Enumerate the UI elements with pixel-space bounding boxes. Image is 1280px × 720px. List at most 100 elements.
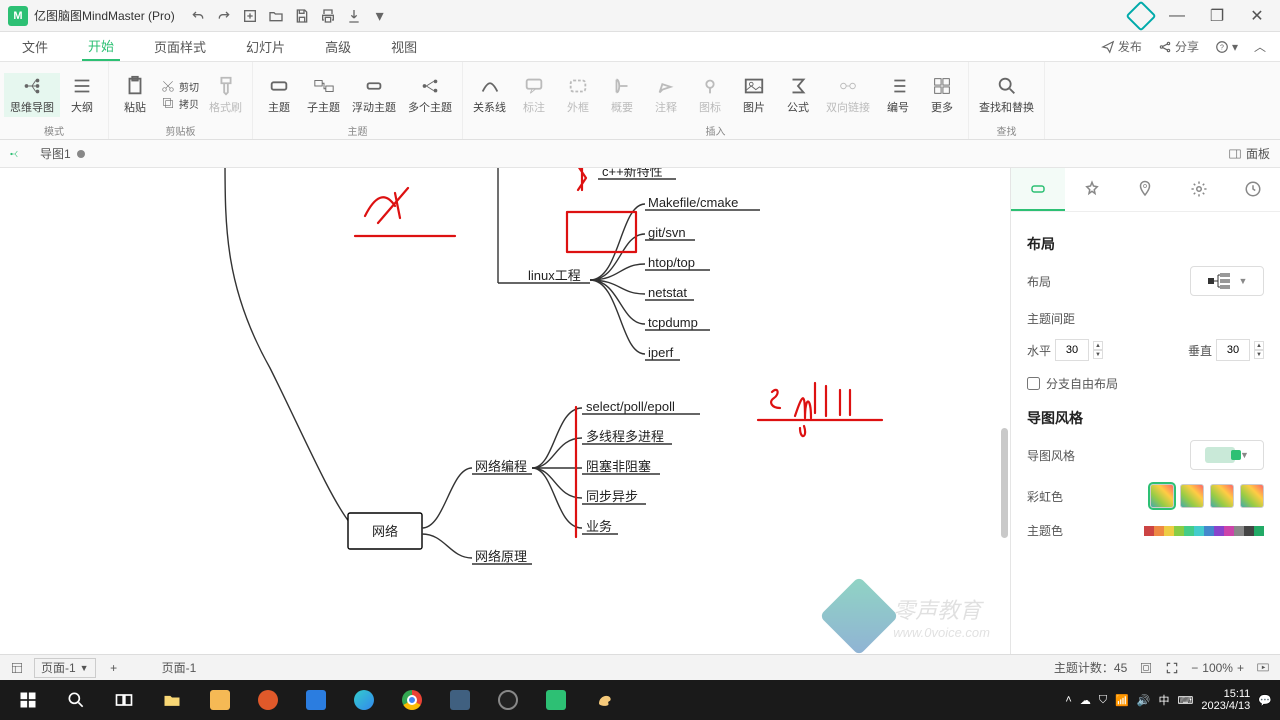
relation-button[interactable]: 关系线 — [467, 73, 512, 117]
vertical-scrollbar[interactable] — [1001, 428, 1008, 538]
panel-tab-history[interactable] — [1226, 168, 1280, 211]
tray-cloud-icon[interactable]: ☁ — [1080, 694, 1091, 707]
format-painter-button[interactable]: 格式刷 — [203, 73, 248, 117]
rainbow-swatch-1[interactable] — [1150, 484, 1174, 508]
theme-color-strip[interactable] — [1144, 526, 1264, 536]
panel-tab-settings[interactable] — [1172, 168, 1226, 211]
find-replace-button[interactable]: 查找和替换 — [973, 73, 1040, 117]
tray-security-icon[interactable]: ⛉ — [1099, 694, 1107, 707]
share-button[interactable]: 分享 — [1158, 38, 1199, 55]
edge-taskbar-icon[interactable] — [340, 680, 388, 720]
chrome-taskbar-icon[interactable] — [388, 680, 436, 720]
subtopic-button[interactable]: 子主题 — [301, 73, 346, 117]
undo-button[interactable] — [189, 7, 207, 25]
hyperlink-button[interactable]: 双向链接 — [820, 73, 876, 117]
taskview-button[interactable] — [100, 680, 148, 720]
main-area: 网络 网络编程 网络原理 select/poll/epoll 多线程多进程 阻塞… — [0, 168, 1280, 654]
app-taskbar-icon-3[interactable] — [436, 680, 484, 720]
callout-button[interactable]: 标注 — [512, 73, 556, 117]
tab-pagestyle[interactable]: 页面样式 — [148, 33, 212, 60]
present-icon[interactable] — [1256, 661, 1270, 675]
save-button[interactable] — [293, 7, 311, 25]
svg-text:网络: 网络 — [372, 524, 398, 539]
boundary-button[interactable]: 外框 — [556, 73, 600, 117]
explorer-taskbar-icon[interactable] — [148, 680, 196, 720]
v-down-button[interactable]: ▼ — [1254, 350, 1264, 359]
pages-icon[interactable] — [10, 661, 24, 675]
h-up-button[interactable]: ▲ — [1093, 341, 1103, 350]
publish-button[interactable]: 发布 — [1101, 38, 1142, 55]
panel-tab-style[interactable] — [1065, 168, 1119, 211]
tray-volume-icon[interactable]: 🔊 — [1137, 694, 1151, 707]
outline-mode-button[interactable]: 大纲 — [60, 73, 104, 117]
qat-dropdown[interactable]: ▾ — [371, 7, 389, 25]
print-button[interactable] — [319, 7, 337, 25]
v-up-button[interactable]: ▲ — [1254, 341, 1264, 350]
paste-button[interactable]: 粘贴 — [113, 73, 157, 117]
app-taskbar-icon-2[interactable] — [244, 680, 292, 720]
layout-picker[interactable]: ▼ — [1190, 266, 1264, 296]
start-button[interactable] — [4, 680, 52, 720]
multi-topic-button[interactable]: 多个主题 — [402, 73, 458, 117]
clock[interactable]: 15:11 2023/4/13 — [1201, 688, 1250, 712]
panel-toggle-button[interactable]: 面板 — [1228, 145, 1280, 162]
vscode-taskbar-icon[interactable] — [292, 680, 340, 720]
add-page-button[interactable]: + — [106, 660, 122, 676]
tray-chevron-icon[interactable]: ˄ — [1065, 694, 1071, 706]
mindmaster-taskbar-icon[interactable] — [532, 680, 580, 720]
numbering-button[interactable]: 编号 — [876, 73, 920, 117]
h-spacing-input[interactable] — [1055, 339, 1089, 361]
paint-taskbar-icon[interactable] — [580, 680, 628, 720]
page-name[interactable]: 页面-1 — [162, 659, 197, 676]
zoom-out-button[interactable]: − — [1191, 661, 1198, 675]
close-button[interactable]: ✕ — [1242, 4, 1272, 28]
panel-tab-layout[interactable] — [1011, 168, 1065, 211]
tray-keyboard-icon[interactable]: ⌨ — [1177, 694, 1193, 707]
summary-button[interactable]: 概要 — [600, 73, 644, 117]
maximize-button[interactable]: ❐ — [1202, 4, 1232, 28]
document-tab[interactable]: 导图1 — [30, 143, 95, 164]
tab-file[interactable]: 文件 — [16, 33, 54, 60]
obs-taskbar-icon[interactable] — [484, 680, 532, 720]
open-button[interactable] — [267, 7, 285, 25]
more-button[interactable]: 更多 — [920, 73, 964, 117]
v-spacing-input[interactable] — [1216, 339, 1250, 361]
tray-ime[interactable]: 中 — [1158, 692, 1169, 708]
rainbow-swatch-4[interactable] — [1240, 484, 1264, 508]
canvas[interactable]: 网络 网络编程 网络原理 select/poll/epoll 多线程多进程 阻塞… — [0, 168, 1010, 654]
zoom-in-button[interactable]: + — [1237, 661, 1244, 675]
topic-button[interactable]: 主题 — [257, 73, 301, 117]
collapse-ribbon-button[interactable]: ︿ — [1254, 38, 1266, 55]
brand-diamond-icon[interactable] — [1125, 0, 1156, 31]
free-layout-checkbox[interactable]: 分支自由布局 — [1027, 375, 1264, 392]
rainbow-swatch-2[interactable] — [1180, 484, 1204, 508]
fullscreen-icon[interactable] — [1165, 661, 1179, 675]
export-button[interactable] — [345, 7, 363, 25]
search-button[interactable] — [52, 680, 100, 720]
formula-button[interactable]: 公式 — [776, 73, 820, 117]
image-button[interactable]: 图片 — [732, 73, 776, 117]
fit-icon[interactable] — [1139, 661, 1153, 675]
tray-wifi-icon[interactable]: 📶 — [1115, 694, 1129, 707]
app-taskbar-icon-1[interactable] — [196, 680, 244, 720]
float-topic-button[interactable]: 浮动主题 — [346, 73, 402, 117]
tab-view[interactable]: 视图 — [385, 33, 423, 60]
icon-button[interactable]: 图标 — [688, 73, 732, 117]
tab-slide[interactable]: 幻灯片 — [240, 33, 291, 60]
rainbow-swatch-3[interactable] — [1210, 484, 1234, 508]
h-down-button[interactable]: ▼ — [1093, 350, 1103, 359]
copy-button[interactable]: 拷贝 — [157, 95, 203, 112]
minimize-button[interactable]: — — [1162, 4, 1192, 28]
notifications-icon[interactable]: 💬 — [1258, 694, 1272, 707]
system-tray[interactable]: ˄ ☁ ⛉ 📶 🔊 中 ⌨ 15:11 2023/4/13 💬 — [1065, 688, 1276, 712]
help-button[interactable]: ? ▾ — [1215, 40, 1238, 54]
style-picker[interactable]: ▼ — [1190, 440, 1264, 470]
note-button[interactable]: 注释 — [644, 73, 688, 117]
tab-start[interactable]: 开始 — [82, 32, 120, 61]
mindmap-mode-button[interactable]: 思维导图 — [4, 73, 60, 117]
panel-tab-marker[interactable] — [1119, 168, 1173, 211]
page-select[interactable]: 页面-1▼ — [34, 658, 96, 678]
tab-advanced[interactable]: 高级 — [319, 33, 357, 60]
new-button[interactable] — [241, 7, 259, 25]
redo-button[interactable] — [215, 7, 233, 25]
